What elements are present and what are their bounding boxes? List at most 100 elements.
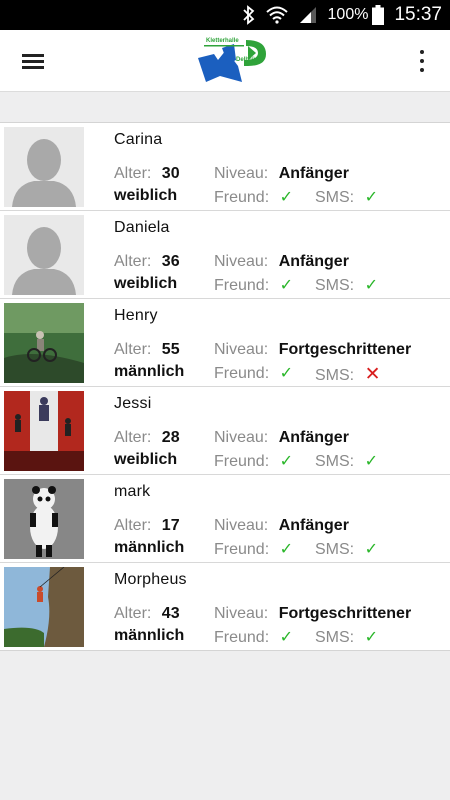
age-value: 36: [161, 253, 180, 270]
checkmark-icon: ✓: [279, 365, 293, 382]
age-label: Alter:: [114, 605, 152, 622]
age-value: 17: [161, 517, 180, 534]
level-label: Niveau:: [214, 253, 269, 270]
age-line: Alter: 28: [114, 429, 180, 447]
sms-line: SMS: ✓: [315, 539, 378, 559]
list-item[interactable]: Daniela Alter: 36 weiblich Niveau: Anfän…: [0, 211, 450, 299]
app-logo: Kletterhalle Delbrück: [196, 36, 270, 86]
battery-percent: 100%: [327, 6, 369, 23]
checkmark-icon: ✓: [364, 453, 378, 470]
age-label: Alter:: [114, 341, 152, 358]
cross-icon: ✕: [364, 364, 381, 385]
level-line: Niveau: Anfänger: [214, 429, 349, 447]
sms-label: SMS:: [315, 189, 355, 206]
age-label: Alter:: [114, 517, 152, 534]
bluetooth-icon: [242, 5, 256, 25]
sms-label: SMS:: [315, 277, 355, 294]
friend-label: Freund:: [214, 629, 270, 646]
age-line: Alter: 43: [114, 605, 180, 623]
menu-button[interactable]: [20, 48, 50, 74]
level-label: Niveau:: [214, 341, 269, 358]
level-line: Niveau: Fortgeschrittener: [214, 341, 411, 359]
avatar: [4, 303, 84, 383]
level-line: Niveau: Anfänger: [214, 517, 349, 535]
friend-line: Freund: ✓: [214, 539, 293, 559]
level-line: Niveau: Anfänger: [214, 165, 349, 183]
level-value: Fortgeschrittener: [278, 341, 412, 358]
list-item[interactable]: Henry Alter: 55 männlich Niveau: Fortges…: [0, 299, 450, 387]
member-name: Henry: [114, 307, 158, 324]
avatar: [4, 479, 84, 559]
checkmark-icon: ✓: [364, 629, 378, 646]
age-label: Alter:: [114, 429, 152, 446]
gender-value: männlich: [114, 539, 185, 556]
sms-line: SMS: ✓: [315, 275, 378, 295]
avatar: [4, 391, 84, 471]
gender-value: weiblich: [114, 451, 178, 468]
clock: 15:37: [394, 4, 442, 25]
more-vert-icon: [420, 50, 424, 54]
level-label: Niveau:: [214, 165, 269, 182]
list-item[interactable]: mark Alter: 17 männlich Niveau: Anfänger…: [0, 475, 450, 563]
level-line: Niveau: Anfänger: [214, 253, 349, 271]
sms-line: SMS: ✕: [315, 363, 381, 386]
member-name: mark: [114, 483, 151, 500]
age-value: 55: [161, 341, 180, 358]
sms-label: SMS:: [315, 453, 355, 470]
gender-value: weiblich: [114, 275, 178, 292]
friend-label: Freund:: [214, 277, 270, 294]
sms-line: SMS: ✓: [315, 627, 378, 647]
friend-line: Freund: ✓: [214, 363, 293, 383]
gender-line: männlich: [114, 363, 184, 381]
checkmark-icon: ✓: [279, 277, 293, 294]
gender-line: weiblich: [114, 275, 177, 293]
checkmark-icon: ✓: [364, 277, 378, 294]
status-bar: 100% 15:37: [0, 0, 450, 30]
level-value: Fortgeschrittener: [278, 605, 412, 622]
list-item[interactable]: Carina Alter: 30 weiblich Niveau: Anfäng…: [0, 123, 450, 211]
gender-line: weiblich: [114, 187, 177, 205]
sms-line: SMS: ✓: [315, 187, 378, 207]
friend-label: Freund:: [214, 189, 270, 206]
age-label: Alter:: [114, 165, 152, 182]
checkmark-icon: ✓: [279, 453, 293, 470]
level-label: Niveau:: [214, 429, 269, 446]
friend-label: Freund:: [214, 541, 270, 558]
app-bar: Kletterhalle Delbrück: [0, 30, 450, 92]
overflow-menu-button[interactable]: [410, 48, 434, 74]
member-name: Daniela: [114, 219, 170, 236]
checkmark-icon: ✓: [279, 541, 293, 558]
age-line: Alter: 30: [114, 165, 180, 183]
sms-label: SMS:: [315, 541, 355, 558]
friend-label: Freund:: [214, 453, 270, 470]
member-list: Carina Alter: 30 weiblich Niveau: Anfäng…: [0, 122, 450, 651]
member-name: Jessi: [114, 395, 152, 412]
cell-signal-icon: [298, 6, 318, 24]
list-item[interactable]: Jessi Alter: 28 weiblich Niveau: Anfänge…: [0, 387, 450, 475]
wifi-icon: [265, 6, 288, 24]
age-label: Alter:: [114, 253, 152, 270]
age-value: 43: [161, 605, 180, 622]
age-line: Alter: 36: [114, 253, 180, 271]
member-name: Carina: [114, 131, 163, 148]
checkmark-icon: ✓: [279, 189, 293, 206]
friend-line: Freund: ✓: [214, 627, 293, 647]
sms-line: SMS: ✓: [315, 451, 378, 471]
list-item[interactable]: Morpheus Alter: 43 männlich Niveau: Fort…: [0, 563, 450, 650]
gender-value: männlich: [114, 627, 185, 644]
checkmark-icon: ✓: [364, 541, 378, 558]
gender-line: männlich: [114, 627, 184, 645]
checkmark-icon: ✓: [364, 189, 378, 206]
sms-label: SMS:: [315, 629, 355, 646]
level-value: Anfänger: [278, 429, 349, 446]
level-label: Niveau:: [214, 517, 269, 534]
friend-line: Freund: ✓: [214, 275, 293, 295]
logo-text-line2: Delbrück: [236, 57, 262, 63]
avatar: [4, 567, 84, 647]
gender-line: weiblich: [114, 451, 177, 469]
friend-line: Freund: ✓: [214, 187, 293, 207]
gender-value: weiblich: [114, 187, 178, 204]
age-line: Alter: 55: [114, 341, 180, 359]
gender-line: männlich: [114, 539, 184, 557]
level-value: Anfänger: [278, 253, 349, 270]
